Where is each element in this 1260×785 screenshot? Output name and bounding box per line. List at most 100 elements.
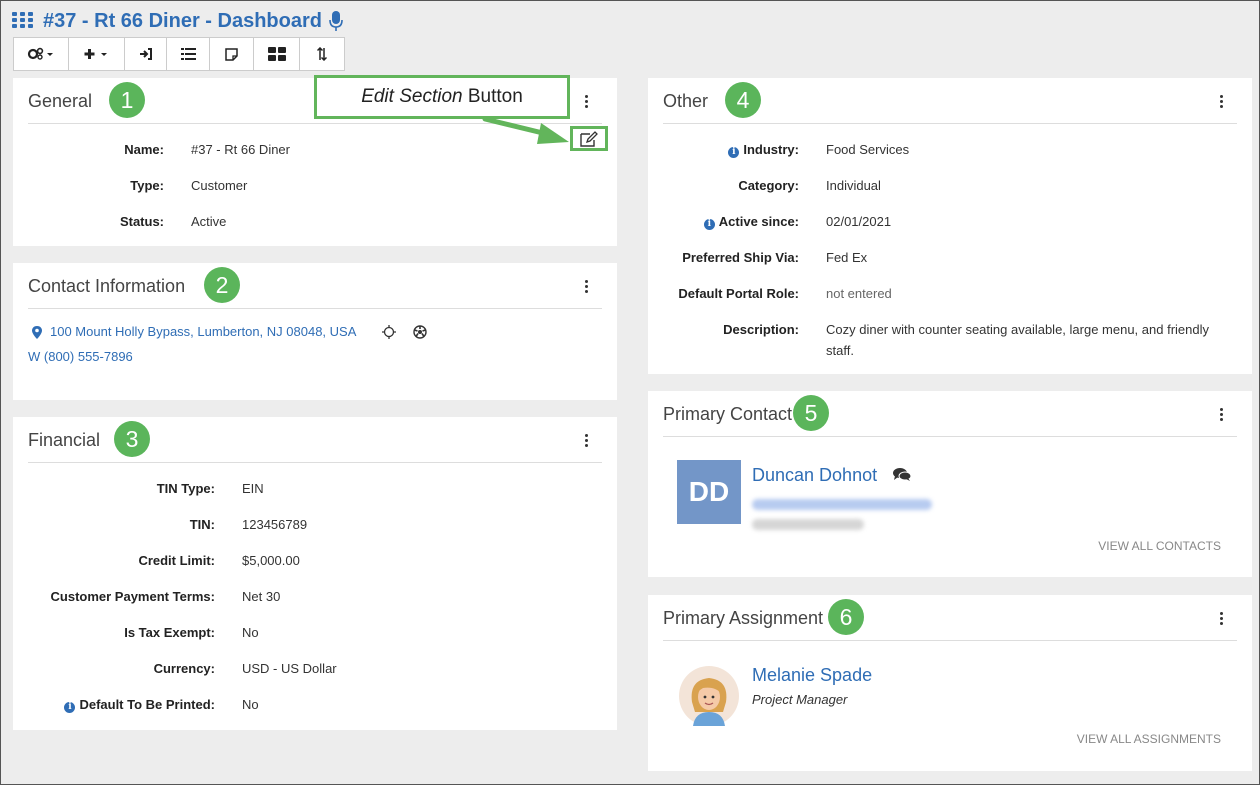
primary-assignment-panel: Primary Assignment 6 Melanie Spade Proje…: [648, 595, 1252, 771]
view-all-contacts-link[interactable]: VIEW ALL CONTACTS: [1098, 539, 1221, 553]
active-since-label-wrap: i Active since:: [703, 214, 799, 230]
primary-contact-title: Primary Contact: [663, 404, 793, 424]
tax-exempt-label: Is Tax Exempt:: [124, 625, 215, 640]
general-name-label: Name:: [124, 142, 164, 157]
industry-label-wrap: i Industry:: [728, 142, 799, 158]
active-since-value: 02/01/2021: [826, 214, 892, 229]
general-status-label: Status:: [119, 214, 164, 229]
tin-type-value: EIN: [242, 481, 264, 496]
page-header: #37 - Rt 66 Diner - Dashboard: [1, 1, 1259, 74]
sort-button[interactable]: [300, 38, 344, 70]
general-status-value: Active: [191, 214, 227, 229]
general-type-label: Type:: [130, 178, 164, 193]
address-link[interactable]: 100 Mount Holly Bypass, Lumberton, NJ 08…: [50, 324, 356, 339]
primary-contact-panel: Primary Contact 5 DD Duncan Dohnot VIEW …: [648, 391, 1252, 577]
credit-limit-label: Credit Limit:: [138, 553, 215, 568]
info-icon[interactable]: i: [703, 219, 715, 230]
sticky-note-icon: [225, 47, 238, 61]
general-name-value: #37 - Rt 66 Diner: [191, 142, 290, 157]
contact-panel: Contact Information 2 100 Mount Holly By…: [13, 263, 617, 400]
crosshair-icon[interactable]: [382, 325, 396, 342]
kebab-menu-icon[interactable]: [1220, 408, 1224, 421]
industry-label: Industry:: [743, 142, 799, 157]
default-printed-value: No: [242, 697, 259, 712]
general-type-value: Customer: [191, 178, 248, 193]
active-since-label: Active since:: [718, 214, 799, 229]
tin-type-label: TIN Type:: [156, 481, 215, 496]
assignee-role: Project Manager: [752, 692, 848, 707]
description-label: Description:: [723, 322, 799, 337]
portal-role-value: not entered: [826, 286, 892, 301]
currency-label: Currency:: [153, 661, 215, 676]
financial-title: Financial: [28, 430, 101, 450]
info-icon[interactable]: i: [64, 702, 76, 713]
callout-italic-text: Edit Section: [361, 86, 463, 107]
primary-assignment-header: Primary Assignment 6: [663, 595, 1237, 641]
phone-link[interactable]: W (800) 555-7896: [28, 349, 133, 364]
annotation-badge-3: 3: [114, 421, 150, 457]
toolbar: [13, 37, 345, 71]
default-printed-label: Default To Be Printed:: [79, 697, 215, 712]
primary-contact-header: Primary Contact 5: [663, 391, 1237, 437]
apps-grid-icon[interactable]: [12, 12, 33, 30]
kebab-menu-icon[interactable]: [585, 434, 589, 447]
edit-icon: [580, 130, 598, 147]
assignee-avatar[interactable]: [679, 666, 739, 729]
annotation-badge-5: 5: [793, 395, 829, 431]
annotation-badge-4: 4: [725, 82, 761, 118]
list-view-button[interactable]: [167, 38, 210, 70]
other-panel-header: Other 4: [663, 78, 1237, 124]
settings-dropdown-button[interactable]: [14, 38, 69, 70]
note-button[interactable]: [210, 38, 254, 70]
ship-via-label: Preferred Ship Via:: [682, 250, 799, 265]
portal-role-label: Default Portal Role:: [678, 286, 799, 301]
tiles-icon: [267, 47, 286, 61]
kebab-menu-icon[interactable]: [585, 95, 589, 108]
description-value-line2: staff.: [826, 343, 854, 358]
gears-icon: [27, 47, 53, 60]
payment-terms-value: Net 30: [242, 589, 281, 604]
contact-phone-redacted: [752, 519, 864, 530]
callout-arrow-icon: [482, 116, 569, 144]
tax-exempt-value: No: [242, 625, 259, 640]
sign-in-icon: [139, 48, 152, 60]
microphone-icon[interactable]: [328, 10, 344, 32]
annotation-badge-1: 1: [109, 82, 145, 118]
kebab-menu-icon[interactable]: [1220, 612, 1224, 625]
other-panel: Other 4 i Industry: Food Services Categor…: [648, 78, 1252, 374]
page-title: #37 - Rt 66 Diner - Dashboard: [43, 9, 322, 32]
other-title: Other: [663, 91, 709, 111]
financial-panel-header: Financial 3: [28, 417, 602, 463]
industry-value: Food Services: [826, 142, 910, 157]
credit-limit-value: $5,000.00: [242, 553, 300, 568]
globe-icon[interactable]: [413, 325, 427, 342]
financial-panel: Financial 3 TIN Type: EIN TIN: 123456789…: [13, 417, 617, 730]
description-value: Cozy diner with counter seating availabl…: [826, 322, 1209, 337]
contact-name-link[interactable]: Duncan Dohnot: [752, 465, 877, 486]
contact-email-redacted: [752, 499, 932, 510]
payment-terms-label: Customer Payment Terms:: [50, 589, 215, 604]
plus-icon: [84, 49, 107, 59]
contact-avatar[interactable]: DD: [677, 460, 741, 524]
tin-value: 123456789: [242, 517, 308, 532]
category-label: Category:: [738, 178, 799, 193]
kebab-menu-icon[interactable]: [585, 280, 589, 293]
comments-icon[interactable]: [893, 468, 912, 485]
sort-icon: [317, 47, 327, 61]
general-title: General: [28, 91, 93, 111]
list-icon: [180, 48, 196, 60]
edit-section-button[interactable]: [570, 126, 608, 151]
tiles-view-button[interactable]: [254, 38, 300, 70]
primary-assignment-title: Primary Assignment: [663, 608, 824, 628]
assignee-name-link[interactable]: Melanie Spade: [752, 665, 872, 686]
view-all-assignments-link[interactable]: VIEW ALL ASSIGNMENTS: [1077, 732, 1221, 746]
contact-panel-header: Contact Information 2: [28, 263, 602, 309]
sign-in-button[interactable]: [125, 38, 167, 70]
callout-text: Button: [467, 86, 523, 107]
edit-section-callout: Edit Section Button: [314, 75, 570, 119]
info-icon[interactable]: i: [728, 147, 740, 158]
tin-label: TIN:: [189, 517, 215, 532]
add-dropdown-button[interactable]: [69, 38, 125, 70]
kebab-menu-icon[interactable]: [1220, 95, 1224, 108]
category-value: Individual: [826, 178, 881, 193]
